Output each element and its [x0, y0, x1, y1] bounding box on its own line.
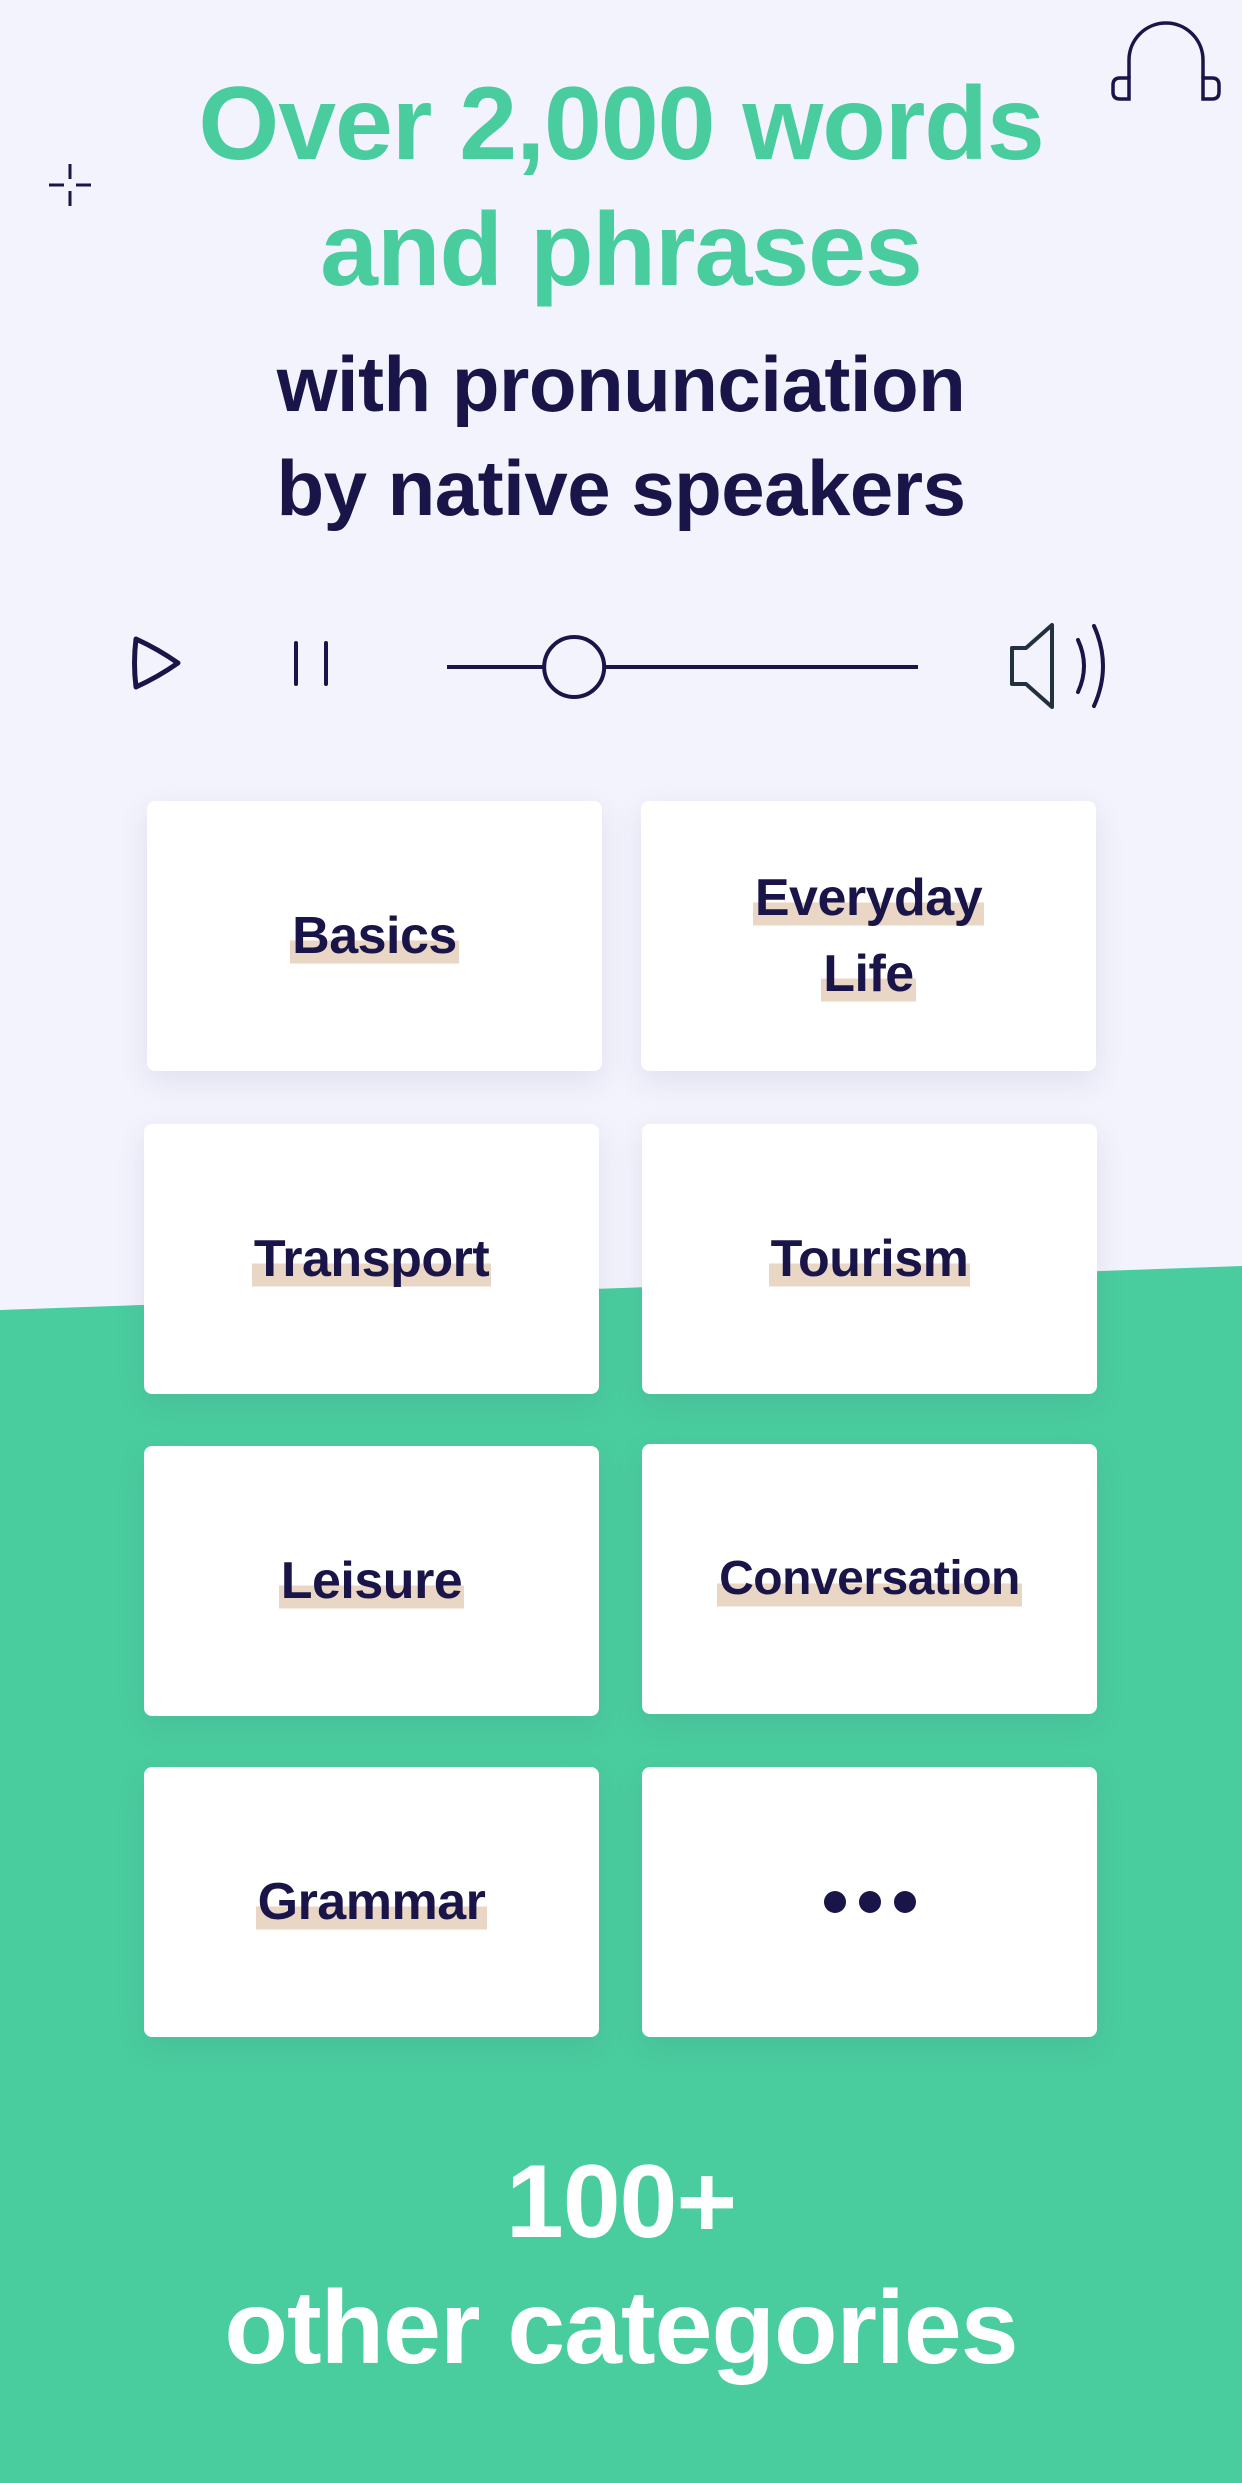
- category-label-line: Tourism: [768, 1221, 971, 1297]
- category-label: Everyday Life: [752, 860, 985, 1012]
- category-label: Conversation: [717, 1541, 1022, 1617]
- footer-text: other categories: [224, 2270, 1018, 2386]
- category-card-basics[interactable]: Basics: [147, 801, 602, 1071]
- category-card-leisure[interactable]: Leisure: [144, 1446, 599, 1716]
- slider-knob: [542, 635, 607, 699]
- category-label: Grammar: [255, 1864, 488, 1940]
- category-card-transport[interactable]: Transport: [144, 1124, 599, 1394]
- category-label-line: Transport: [251, 1221, 492, 1297]
- category-label-line: Life: [821, 936, 916, 1012]
- pause-icon[interactable]: [288, 640, 334, 688]
- category-label: Leisure: [278, 1543, 465, 1619]
- subheadline-line-1: with pronunciation: [276, 340, 966, 428]
- category-card-conversation[interactable]: Conversation: [642, 1444, 1097, 1714]
- more-dots-icon: [823, 1891, 916, 1913]
- subheadline-line-2: by native speakers: [276, 444, 966, 532]
- category-label-line: Everyday: [752, 860, 985, 936]
- category-card-everyday-life[interactable]: Everyday Life: [641, 801, 1096, 1071]
- category-label: Transport: [251, 1221, 492, 1297]
- dot: [823, 1891, 846, 1913]
- category-card-more[interactable]: [642, 1767, 1097, 2037]
- play-icon[interactable]: [128, 633, 184, 693]
- category-label: Basics: [290, 898, 459, 974]
- headline-line-1: Over 2,000 words: [198, 66, 1044, 182]
- speaker-volume-icon[interactable]: [1006, 622, 1116, 710]
- category-card-tourism[interactable]: Tourism: [642, 1124, 1097, 1394]
- category-label: Tourism: [768, 1221, 971, 1297]
- dot: [858, 1891, 881, 1913]
- headline-line-2: and phrases: [320, 192, 923, 308]
- category-label-line: Conversation: [717, 1541, 1022, 1617]
- footer-count: 100+: [505, 2144, 737, 2260]
- dot: [893, 1891, 916, 1913]
- category-label-line: Leisure: [278, 1543, 465, 1619]
- progress-slider[interactable]: [440, 620, 930, 710]
- category-card-grammar[interactable]: Grammar: [144, 1767, 599, 2037]
- category-label-line: Grammar: [255, 1864, 488, 1940]
- category-label-line: Basics: [290, 898, 459, 974]
- audio-player: [0, 600, 1242, 730]
